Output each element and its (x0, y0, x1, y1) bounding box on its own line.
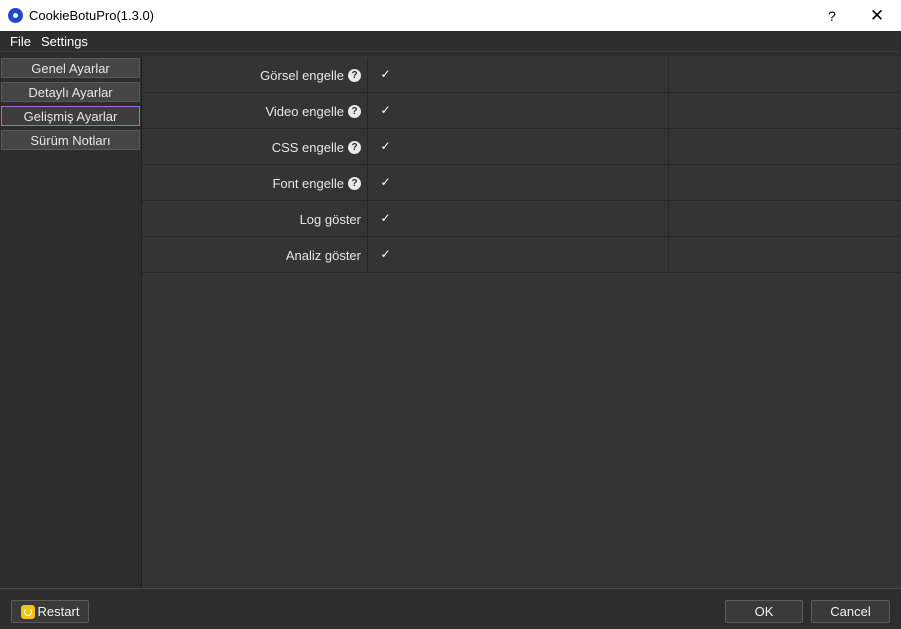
column-divider (367, 129, 368, 165)
column-divider (668, 129, 669, 165)
sidebar-item-genel-ayarlar[interactable]: Genel Ayarlar (1, 58, 140, 78)
column-divider (668, 237, 669, 273)
column-divider (367, 237, 368, 273)
menu-settings[interactable]: Settings (36, 34, 93, 49)
setting-row-gorsel-engelle: Görsel engelle ? ✓ (142, 57, 901, 93)
help-icon[interactable]: ? (822, 0, 842, 31)
checkbox-gorsel-engelle[interactable]: ✓ (379, 68, 392, 81)
setting-label: Log göster (299, 211, 361, 227)
ok-button[interactable]: OK (725, 600, 803, 623)
help-icon[interactable]: ? (348, 176, 361, 190)
checkbox-analiz-goster[interactable]: ✓ (379, 248, 392, 261)
column-divider (367, 93, 368, 129)
column-divider (668, 57, 669, 93)
window-title: CookieBotuPro(1.3.0) (29, 8, 155, 23)
restart-icon (20, 604, 35, 619)
checkbox-font-engelle[interactable]: ✓ (379, 176, 392, 189)
restart-button[interactable]: Restart (11, 600, 89, 623)
column-divider (668, 201, 669, 237)
sidebar: Genel Ayarlar Detaylı Ayarlar Gelişmiş A… (0, 55, 142, 588)
cancel-button[interactable]: Cancel (811, 600, 890, 623)
column-divider (668, 93, 669, 129)
setting-row-video-engelle: Video engelle ? ✓ (142, 93, 901, 129)
setting-label: Font engelle ? (272, 165, 361, 201)
setting-label: Video engelle ? (265, 93, 361, 129)
app-logo-icon (8, 8, 23, 23)
setting-row-log-goster: Log göster ✓ (142, 201, 901, 237)
setting-row-css-engelle: CSS engelle ? ✓ (142, 129, 901, 165)
sidebar-item-gelismis-ayarlar[interactable]: Gelişmiş Ayarlar (1, 106, 140, 126)
sidebar-item-detayli-ayarlar[interactable]: Detaylı Ayarlar (1, 82, 140, 102)
menu-file[interactable]: File (5, 34, 36, 49)
bottom-bar: Restart OK Cancel (0, 588, 901, 629)
sidebar-item-surum-notlari[interactable]: Sürüm Notları (1, 130, 140, 150)
column-divider (367, 57, 368, 93)
help-icon[interactable]: ? (348, 104, 361, 118)
column-divider (367, 165, 368, 201)
help-icon[interactable]: ? (348, 140, 361, 154)
column-divider (367, 201, 368, 237)
setting-label: Analiz göster (285, 247, 361, 263)
checkbox-css-engelle[interactable]: ✓ (379, 140, 392, 153)
checkbox-log-goster[interactable]: ✓ (379, 212, 392, 225)
close-icon[interactable]: ✕ (864, 0, 890, 31)
column-divider (668, 165, 669, 201)
setting-label: Görsel engelle ? (260, 57, 361, 93)
title-bar: CookieBotuPro(1.3.0) ? ✕ (0, 0, 901, 31)
checkbox-video-engelle[interactable]: ✓ (379, 104, 392, 117)
setting-row-font-engelle: Font engelle ? ✓ (142, 165, 901, 201)
setting-row-analiz-goster: Analiz göster ✓ (142, 237, 901, 273)
setting-label: CSS engelle ? (272, 129, 361, 165)
help-icon[interactable]: ? (348, 68, 361, 82)
settings-panel: Görsel engelle ? ✓ Video engelle ? ✓ CSS… (142, 56, 901, 588)
menu-bar: File Settings (0, 31, 901, 52)
